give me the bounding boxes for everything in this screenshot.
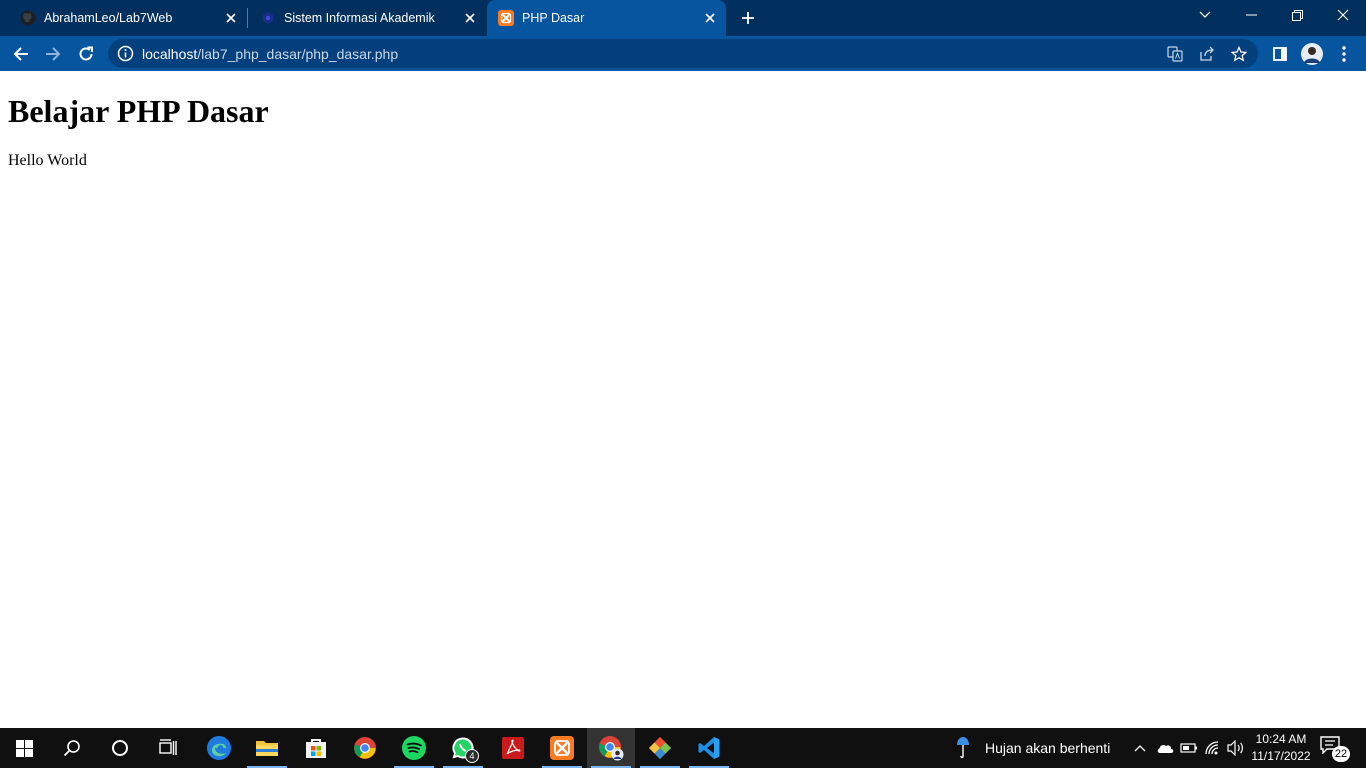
- minimize-icon: [1245, 14, 1257, 16]
- restore-button[interactable]: [1274, 0, 1320, 30]
- tab-strip: AbrahamLeo/Lab7Web Sistem Informasi Akad…: [0, 0, 1366, 36]
- show-hidden-icons-button[interactable]: [1130, 738, 1150, 758]
- taskbar-vscode[interactable]: [685, 728, 733, 768]
- xampp-icon: [498, 10, 514, 26]
- weather-text: Hujan akan berhenti: [985, 740, 1111, 756]
- spotify-icon: [402, 736, 426, 760]
- search-button[interactable]: [48, 728, 96, 768]
- taskbar-chrome-profile[interactable]: [587, 728, 635, 768]
- address-bar[interactable]: localhost/lab7_php_dasar/php_dasar.php: [108, 39, 1258, 68]
- url-text[interactable]: localhost/lab7_php_dasar/php_dasar.php: [142, 46, 398, 62]
- volume-icon[interactable]: [1226, 738, 1246, 758]
- close-icon[interactable]: [221, 8, 241, 28]
- profile-button[interactable]: [1298, 40, 1326, 68]
- back-button[interactable]: [7, 40, 35, 68]
- chrome-icon: [354, 737, 376, 759]
- notification-button[interactable]: 22: [1320, 736, 1350, 762]
- clock[interactable]: 10:24 AM 11/17/2022: [1246, 731, 1316, 765]
- tab-search-button[interactable]: [1182, 0, 1228, 30]
- tab-title: PHP Dasar: [522, 11, 585, 25]
- taskbar-edge[interactable]: [195, 728, 243, 768]
- taskbar-file-explorer[interactable]: [243, 728, 291, 768]
- browser-toolbar: localhost/lab7_php_dasar/php_dasar.php: [0, 36, 1366, 71]
- arrow-right-icon: [46, 47, 61, 61]
- file-explorer-icon: [256, 741, 278, 756]
- clock-time: 10:24 AM: [1255, 732, 1307, 746]
- search-icon: [63, 740, 80, 757]
- new-tab-button[interactable]: [736, 6, 760, 30]
- taskbar-chrome[interactable]: [341, 728, 389, 768]
- battery-icon[interactable]: [1179, 738, 1199, 758]
- taskbar-whatsapp[interactable]: 4: [439, 728, 487, 768]
- reload-button[interactable]: [72, 40, 100, 68]
- page-title: Belajar PHP Dasar: [8, 93, 269, 129]
- site-icon: [260, 10, 276, 26]
- cortana-icon: [112, 740, 128, 756]
- page-text: Hello World: [8, 152, 87, 169]
- wifi-icon[interactable]: [1203, 738, 1223, 758]
- translate-icon[interactable]: [1166, 45, 1184, 63]
- start-button[interactable]: [0, 728, 48, 768]
- taskbar-acrobat[interactable]: [489, 728, 537, 768]
- side-panel-button[interactable]: [1266, 40, 1294, 68]
- github-icon: [20, 10, 36, 26]
- edge-icon: [207, 736, 231, 760]
- cortana-button[interactable]: [96, 728, 144, 768]
- tab-github[interactable]: AbrahamLeo/Lab7Web: [0, 0, 247, 36]
- git-icon: [649, 737, 671, 759]
- chevron-down-icon: [1199, 11, 1211, 18]
- page-content: Belajar PHP Dasar Hello World: [0, 71, 1366, 728]
- forward-button[interactable]: [39, 40, 67, 68]
- close-icon: [1337, 9, 1349, 21]
- close-icon[interactable]: [700, 8, 720, 28]
- weather-widget[interactable]: Hujan akan berhenti: [956, 728, 1110, 768]
- tab-title: AbrahamLeo/Lab7Web: [44, 11, 173, 25]
- url-host: localhost: [142, 46, 198, 62]
- acrobat-icon: [502, 737, 524, 759]
- notification-count: 22: [1332, 746, 1350, 762]
- side-panel-icon: [1273, 47, 1287, 61]
- chevron-up-icon: [1134, 745, 1146, 752]
- umbrella-icon: [957, 737, 969, 759]
- task-view-icon: [159, 739, 177, 755]
- taskbar-git[interactable]: [636, 728, 684, 768]
- tab-siakad[interactable]: Sistem Informasi Akademik: [248, 0, 486, 36]
- store-icon: [306, 739, 326, 758]
- close-icon[interactable]: [460, 8, 480, 28]
- onedrive-icon[interactable]: [1155, 738, 1175, 758]
- arrow-left-icon: [13, 47, 28, 61]
- taskbar-spotify[interactable]: [390, 728, 438, 768]
- share-icon[interactable]: [1198, 45, 1216, 63]
- taskbar: 4 Hujan akan berhenti 10:24 AM 11/17/202…: [0, 728, 1366, 768]
- chrome-profile-icon: [599, 736, 624, 761]
- tab-php-dasar[interactable]: PHP Dasar: [487, 0, 726, 36]
- vscode-icon: [698, 737, 720, 759]
- minimize-button[interactable]: [1228, 0, 1274, 30]
- taskbar-xampp[interactable]: [538, 728, 586, 768]
- info-icon[interactable]: [117, 45, 134, 62]
- whatsapp-badge: 4: [465, 749, 479, 763]
- xampp-icon: [550, 736, 574, 760]
- restore-icon: [1291, 9, 1303, 21]
- start-icon: [15, 739, 33, 757]
- avatar: [1301, 43, 1323, 65]
- task-view-button[interactable]: [144, 728, 192, 768]
- reload-icon: [79, 46, 93, 61]
- taskbar-store[interactable]: [292, 728, 340, 768]
- plus-icon: [742, 12, 754, 24]
- clock-date: 11/17/2022: [1251, 749, 1311, 763]
- url-path: /lab7_php_dasar/php_dasar.php: [197, 46, 399, 62]
- close-window-button[interactable]: [1320, 0, 1366, 30]
- tab-title: Sistem Informasi Akademik: [284, 11, 435, 25]
- star-icon[interactable]: [1230, 45, 1248, 63]
- more-vertical-icon: [1342, 46, 1346, 62]
- menu-button[interactable]: [1330, 40, 1358, 68]
